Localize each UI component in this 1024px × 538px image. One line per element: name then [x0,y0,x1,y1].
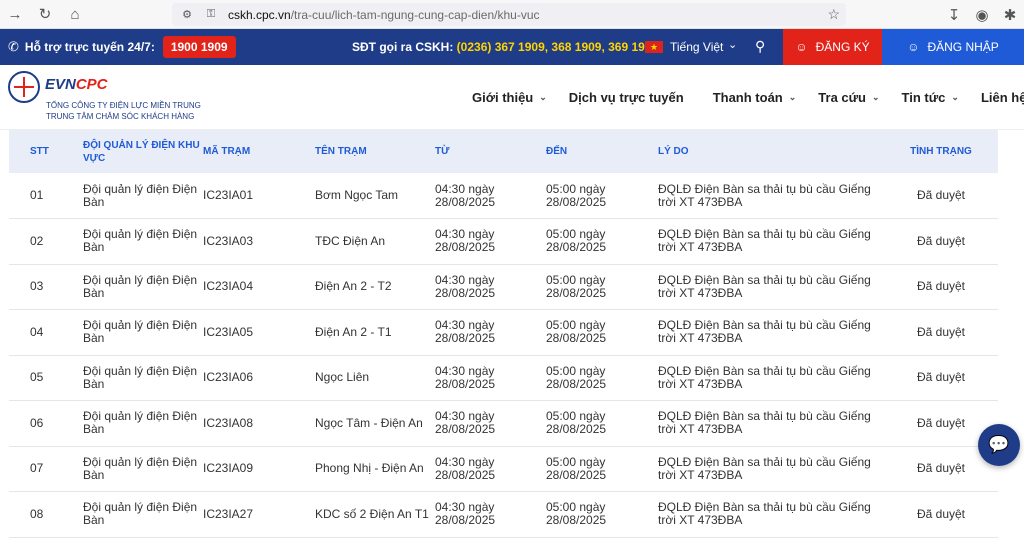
table-row: 05 Đội quản lý điện Điện Bàn IC23IA06 Ng… [9,355,998,401]
chevron-down-icon: ⌄ [539,92,547,102]
nav-gioi-thieu[interactable]: Giới thiệu ⌄ [472,90,547,105]
table-row: 04 Đội quản lý điện Điện Bàn IC23IA05 Đi… [9,310,998,355]
top-contact-bar: ✆ Hỗ trợ trực tuyến 24/7: 1900 1909 SĐT … [0,29,1024,65]
chat-icon: 💬 [988,435,1010,454]
vietnam-flag-icon: ★ [645,41,663,53]
reload-icon[interactable]: ↻ [30,0,60,29]
col-stt: STT [30,146,49,157]
table-row: 02 Đội quản lý điện Điện Bàn IC23IA03 TĐ… [9,219,998,264]
user-icon: ☺ [795,40,808,54]
register-button[interactable]: ☺ ĐĂNG KÝ [783,29,882,65]
site-info-icon[interactable]: ⚙ [178,8,196,21]
url-text: cskh.cpc.vn/tra-cuu/lich-tam-ngung-cung-… [228,7,540,22]
col-ly-do: LÝ DO [658,146,689,157]
evn-logo-mark-icon [8,71,40,103]
download-icon[interactable]: ↧ [940,0,968,29]
cskh-phone-text: SĐT gọi ra CSKH: (0236) 367 1909, 368 19… [352,40,659,54]
address-bar[interactable]: ⚙ ⚿ cskh.cpc.vn/tra-cuu/lich-tam-ngung-c… [172,3,846,26]
phone-icon: ✆ [8,39,19,54]
extensions-icon[interactable]: ✱ [996,0,1024,29]
col-ten-tram: TÊN TRẠM [315,146,367,157]
nav-tin-tuc[interactable]: Tin tức ⌄ [902,90,959,105]
search-icon[interactable]: ⚲ [755,38,765,55]
logo-subtitle-2: TRUNG TÂM CHĂM SÓC KHÁCH HÀNG [46,112,195,121]
col-doi-quan-ly: ĐỘI QUẢN LÝ ĐIỆN KHU VỰC [83,139,200,164]
table-header-row: STT ĐỘI QUẢN LÝ ĐIỆN KHU VỰC MÃ TRẠM TÊN… [9,130,998,173]
nav-lien-he[interactable]: Liên hệ [981,90,1024,105]
nav-thanh-toan[interactable]: Thanh toán ⌄ [713,90,797,105]
chevron-down-icon: ⌄ [872,92,880,102]
main-nav: Giới thiệu ⌄ Dịch vụ trực tuyến Thanh toá… [472,90,1024,105]
nav-tra-cuu[interactable]: Tra cứu ⌄ [818,90,879,105]
logo-subtitle-1: TỔNG CÔNG TY ĐIỆN LỰC MIỀN TRUNG [46,101,201,110]
col-ma-tram: MÃ TRẠM [203,146,251,157]
col-tu: TỪ [435,146,450,157]
chevron-down-icon: ⌄ [788,92,797,102]
table-row: 07 Đội quản lý điện Điện Bàn IC23IA09 Ph… [9,446,998,492]
evncpc-logo[interactable]: EVNCPC [8,71,108,103]
back-arrow-icon[interactable]: → [0,0,30,29]
logo-brand: EVNCPC [45,76,108,93]
table-row: 08 Đội quản lý điện Điện Bàn IC23IA27 KD… [9,492,998,537]
col-den: ĐẾN [546,146,568,157]
table-row: 01 Đội quản lý điện Điện Bàn IC23IA01 Bơ… [9,173,998,219]
chat-support-button[interactable]: 💬 [978,424,1020,466]
account-icon[interactable]: ◉ [968,0,996,29]
hotline-number[interactable]: 1900 1909 [162,36,236,58]
outage-schedule-table-wrap: STT ĐỘI QUẢN LÝ ĐIỆN KHU VỰC MÃ TRẠM TÊN… [9,130,998,538]
chevron-down-icon[interactable]: ⌄ [728,38,737,51]
nav-dich-vu[interactable]: Dịch vụ trực tuyến [569,90,684,105]
outage-schedule-table: STT ĐỘI QUẢN LÝ ĐIỆN KHU VỰC MÃ TRẠM TÊN… [9,130,998,538]
lock-icon: ⚿ [206,8,216,20]
site-header: EVNCPC TỔNG CÔNG TY ĐIỆN LỰC MIỀN TRUNG … [0,65,1024,130]
chevron-down-icon: ⌄ [951,92,959,102]
login-button[interactable]: ☺ ĐĂNG NHẬP [882,29,1024,65]
table-row: 03 Đội quản lý điện Điện Bàn IC23IA04 Đi… [9,264,998,310]
browser-toolbar: → ↻ ⌂ ⚙ ⚿ cskh.cpc.vn/tra-cuu/lich-tam-n… [0,0,1024,29]
hotline-label: Hỗ trợ trực tuyến 24/7: [24,40,155,54]
bookmark-star-icon[interactable]: ☆ [827,6,840,23]
user-icon: ☺ [907,40,920,54]
col-tinh-trang: TÌNH TRẠNG [910,146,972,157]
language-selector[interactable]: Tiếng Việt [670,40,723,54]
table-row: 06 Đội quản lý điện Điện Bàn IC23IA08 Ng… [9,401,998,446]
home-icon[interactable]: ⌂ [60,0,90,29]
